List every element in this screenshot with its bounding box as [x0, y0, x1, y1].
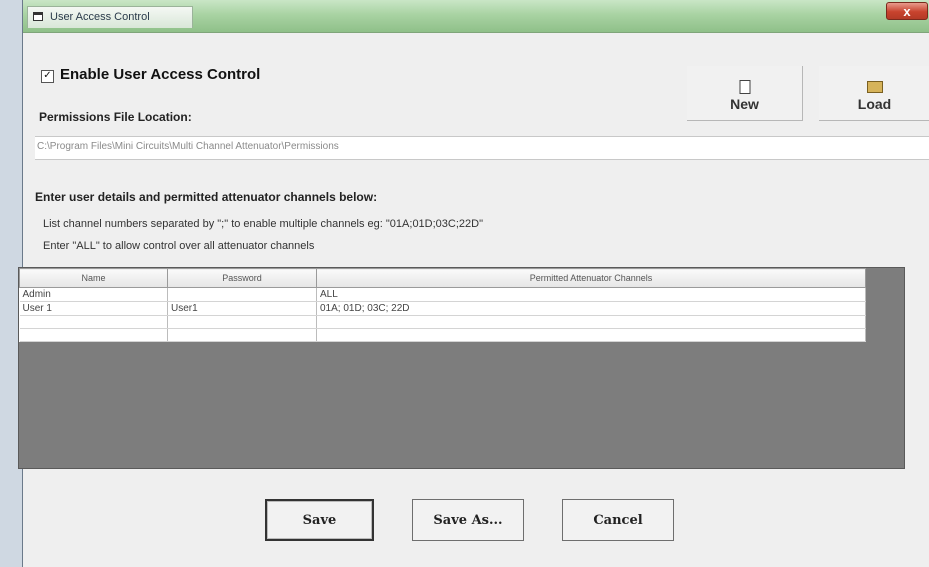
cell-password[interactable]: User1 — [167, 301, 317, 316]
new-button-label: New — [730, 96, 759, 112]
cell-channels[interactable]: ALL — [316, 287, 866, 302]
cancel-button[interactable]: Cancel — [562, 499, 674, 541]
cell-name[interactable]: Admin — [19, 287, 168, 302]
window-title: User Access Control — [50, 11, 150, 23]
column-header-password[interactable]: Password — [167, 268, 317, 288]
close-button[interactable]: x — [886, 2, 928, 20]
save-button[interactable]: Save — [265, 499, 374, 541]
table-row[interactable]: User 1 User1 01A; 01D; 03C; 22D — [19, 301, 866, 316]
folder-open-icon — [866, 80, 883, 96]
enable-user-access-control[interactable]: ✓ Enable User Access Control — [41, 66, 260, 83]
cell-password[interactable] — [167, 315, 317, 329]
cell-name[interactable] — [19, 315, 168, 329]
document-icon — [739, 80, 750, 97]
permissions-file-location-label: Permissions File Location: — [39, 110, 192, 124]
enable-label: Enable User Access Control — [60, 66, 261, 83]
enable-checkbox[interactable]: ✓ — [41, 70, 54, 83]
title-tab: User Access Control — [27, 6, 193, 28]
cell-channels[interactable] — [316, 315, 866, 329]
column-header-name[interactable]: Name — [19, 268, 168, 288]
grid-header-row: Name Password Permitted Attenuator Chann… — [19, 268, 866, 288]
save-as-button[interactable]: Save As... — [412, 499, 524, 541]
table-row[interactable] — [19, 328, 866, 342]
table-row[interactable] — [19, 315, 866, 329]
user-permissions-grid[interactable]: Name Password Permitted Attenuator Chann… — [19, 268, 866, 342]
cell-password[interactable] — [167, 287, 317, 302]
cell-name[interactable] — [19, 328, 168, 342]
cell-name[interactable]: User 1 — [19, 301, 168, 316]
load-button[interactable]: Load — [819, 66, 929, 121]
instructions-heading: Enter user details and permitted attenua… — [35, 190, 378, 204]
new-button[interactable]: New — [687, 66, 803, 121]
window-app-icon — [33, 12, 43, 21]
instructions-line-2: Enter "ALL" to allow control over all at… — [43, 240, 315, 252]
table-row[interactable]: Admin ALL — [19, 287, 866, 302]
column-header-permitted-channels[interactable]: Permitted Attenuator Channels — [316, 268, 866, 288]
cell-channels[interactable] — [316, 328, 866, 342]
instructions-line-1: List channel numbers separated by ";" to… — [43, 218, 483, 230]
cell-channels[interactable]: 01A; 01D; 03C; 22D — [316, 301, 866, 316]
permissions-path-field[interactable]: C:\Program Files\Mini Circuits\Multi Cha… — [35, 136, 929, 160]
cell-password[interactable] — [167, 328, 317, 342]
load-button-label: Load — [857, 96, 892, 112]
title-bar[interactable]: User Access Control x — [23, 0, 929, 33]
